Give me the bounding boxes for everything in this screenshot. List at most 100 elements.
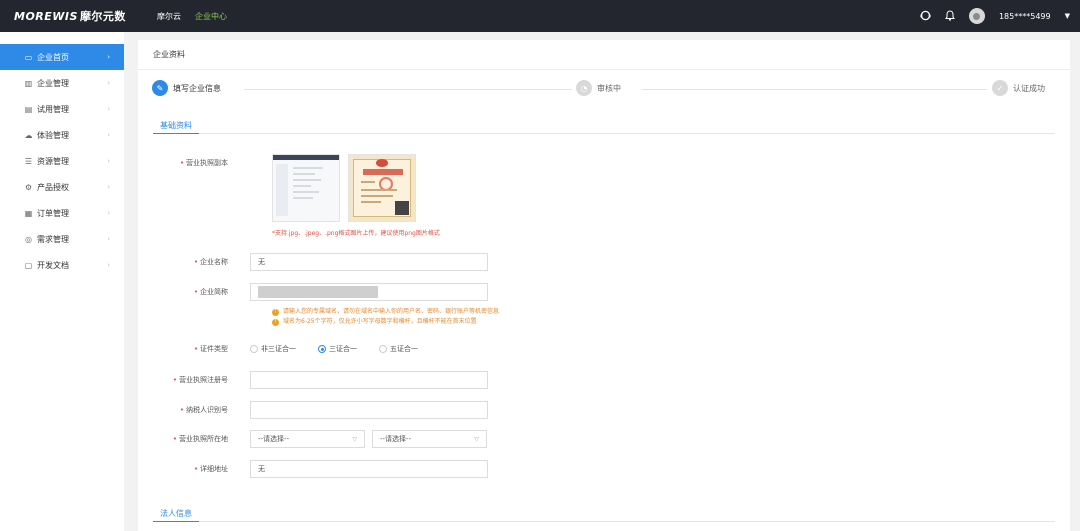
tab-label: 法人信息 xyxy=(153,508,199,522)
cloud-icon: ☁ xyxy=(24,130,33,140)
sidebar-item-label: 企业首页 xyxy=(37,52,69,62)
clipboard-icon: ▦ xyxy=(24,208,33,218)
clock-icon: ◔ xyxy=(576,80,592,96)
license-image-2[interactable] xyxy=(348,154,416,222)
step-label: 填写企业信息 xyxy=(173,83,221,93)
radio-five-in-one[interactable]: 五证合一 xyxy=(379,344,418,354)
step-label: 审核中 xyxy=(597,83,621,93)
company-name-row: • 企业名称 无 xyxy=(138,253,488,271)
gear-icon: ⚙ xyxy=(24,182,33,192)
field-label: • 证件类型 xyxy=(193,345,228,353)
company-short-row: • 企业简称 xyxy=(138,283,488,301)
sidebar-item-license[interactable]: ⚙ 产品授权 › xyxy=(0,174,124,200)
sidebar-item-resources[interactable]: ☰ 资源管理 › xyxy=(0,148,124,174)
step-label: 认证成功 xyxy=(1013,83,1045,93)
taxpayer-input[interactable] xyxy=(250,401,488,419)
nav-moer-cloud[interactable]: 摩尔云 xyxy=(157,11,181,22)
sidebar-item-label: 需求管理 xyxy=(37,234,69,244)
sidebar-item-label: 企业管理 xyxy=(37,78,69,88)
box-icon: ▤ xyxy=(24,104,33,114)
building-icon: ▥ xyxy=(24,78,33,88)
field-label: • 营业执照注册号 xyxy=(172,376,228,384)
top-nav: 摩尔云 企业中心 xyxy=(157,11,227,22)
top-right-tools: 185****5499 ▼ xyxy=(920,8,1080,24)
chevron-right-icon: › xyxy=(107,209,110,217)
tab-legal-info[interactable]: 法人信息 xyxy=(153,508,1055,522)
user-phone[interactable]: 185****5499 xyxy=(999,12,1051,21)
step-fill-info: ✎ 填写企业信息 xyxy=(152,80,221,96)
sidebar-item-label: 开发文档 xyxy=(37,260,69,270)
chevron-right-icon: › xyxy=(107,131,110,139)
progress-steps: ✎ 填写企业信息 ◔ 审核中 ✓ 认证成功 xyxy=(152,80,1056,100)
chevron-right-icon: › xyxy=(107,235,110,243)
folder-icon: ▢ xyxy=(24,260,33,270)
field-label: • 营业执照副本 xyxy=(179,159,228,167)
reg-no-input[interactable] xyxy=(250,371,488,389)
license-thumbnails xyxy=(272,154,416,222)
sidebar-item-trial[interactable]: ▤ 试用管理 › xyxy=(0,96,124,122)
support-icon[interactable] xyxy=(920,10,931,23)
list-icon: ☰ xyxy=(24,156,33,166)
chevron-down-icon: ▽ xyxy=(474,435,479,443)
sidebar: ▭ 企业首页 › ▥ 企业管理 › ▤ 试用管理 › ☁ 体验管理 › ☰ 资源… xyxy=(0,32,124,531)
sidebar-item-home[interactable]: ▭ 企业首页 › xyxy=(0,44,124,70)
address-input[interactable]: 无 xyxy=(250,460,488,478)
step-certified: ✓ 认证成功 xyxy=(992,80,1045,96)
sidebar-item-label: 体验管理 xyxy=(37,130,69,140)
chevron-right-icon: › xyxy=(107,157,110,165)
location-icon: ◎ xyxy=(25,234,32,244)
redacted-value xyxy=(258,286,378,298)
city-select[interactable]: --请选择-- ▽ xyxy=(372,430,487,448)
sidebar-item-label: 资源管理 xyxy=(37,156,69,166)
monitor-icon: ▭ xyxy=(24,52,33,62)
bell-icon[interactable] xyxy=(945,9,955,23)
domain-tips: ! 请输入您的专属域名，请勿在域名中输入你的用户名、密码、银行账户等机密信息 ! 域… xyxy=(272,307,499,327)
cert-type-row: • 证件类型 非三证合一 三证合一 五证合一 xyxy=(138,344,418,354)
top-bar: MOREWIS 摩尔元数 摩尔云 企业中心 185****5499 ▼ xyxy=(0,0,1080,32)
company-name-input[interactable]: 无 xyxy=(250,253,488,271)
sidebar-item-docs[interactable]: ▢ 开发文档 › xyxy=(0,252,124,278)
chevron-down-icon[interactable]: ▼ xyxy=(1065,12,1070,20)
license-copy-row: • 营业执照副本 xyxy=(138,158,250,168)
field-label: • 企业简称 xyxy=(193,288,228,296)
sidebar-item-orders[interactable]: ▦ 订单管理 › xyxy=(0,200,124,226)
nav-enterprise-center[interactable]: 企业中心 xyxy=(195,11,227,22)
step-connector xyxy=(642,89,987,90)
sidebar-item-enterprise[interactable]: ▥ 企业管理 › xyxy=(0,70,124,96)
chevron-right-icon: › xyxy=(107,79,110,87)
chevron-right-icon: › xyxy=(107,105,110,113)
chevron-down-icon: ▽ xyxy=(352,435,357,443)
chevron-right-icon: › xyxy=(107,183,110,191)
check-shield-icon: ✓ xyxy=(992,80,1008,96)
license-image-1[interactable] xyxy=(272,154,340,222)
field-label: • 企业名称 xyxy=(193,258,228,266)
chevron-right-icon: › xyxy=(107,261,110,269)
tab-basic-info[interactable]: 基础资料 xyxy=(153,120,1055,134)
sidebar-item-label: 试用管理 xyxy=(37,104,69,114)
qr-code-icon xyxy=(395,201,409,215)
province-select[interactable]: --请选择-- ▽ xyxy=(250,430,365,448)
radio-non-three-in-one[interactable]: 非三证合一 xyxy=(250,344,296,354)
upload-hint: *支持.jpg、.jpeg、.png格式图片上传，建议使用png图片格式 xyxy=(272,230,440,237)
tip-line: ! 域名为6-25个字符，仅允许小写字母数字和横杆，且横杆不能在首末位置 xyxy=(272,317,499,327)
sidebar-item-requirements[interactable]: ◎ 需求管理 › xyxy=(0,226,124,252)
address-row: • 详细地址 无 xyxy=(138,460,488,478)
avatar[interactable] xyxy=(968,8,985,24)
step-connector xyxy=(244,89,572,90)
pencil-icon: ✎ xyxy=(152,80,168,96)
warning-icon: ! xyxy=(272,318,279,326)
sidebar-item-label: 产品授权 xyxy=(37,182,69,192)
tab-label: 基础资料 xyxy=(153,120,199,134)
field-label: • 纳税人识别号 xyxy=(179,406,228,414)
reg-no-row: • 营业执照注册号 xyxy=(138,371,488,389)
location-row: • 营业执照所在地 --请选择-- ▽ --请选择-- ▽ xyxy=(138,430,487,448)
radio-three-in-one[interactable]: 三证合一 xyxy=(318,344,357,354)
main-panel: 企业资料 ✎ 填写企业信息 ◔ 审核中 ✓ 认证成功 基础资料 •营业执照副本 xyxy=(138,40,1070,531)
field-label: • 营业执照所在地 xyxy=(172,435,228,443)
chevron-right-icon: › xyxy=(107,53,110,61)
page-title: 企业资料 xyxy=(138,40,1070,70)
brand-logo[interactable]: MOREWIS 摩尔元数 xyxy=(0,8,140,24)
warning-icon: ! xyxy=(272,308,279,316)
company-short-input[interactable] xyxy=(250,283,488,301)
sidebar-item-experience[interactable]: ☁ 体验管理 › xyxy=(0,122,124,148)
